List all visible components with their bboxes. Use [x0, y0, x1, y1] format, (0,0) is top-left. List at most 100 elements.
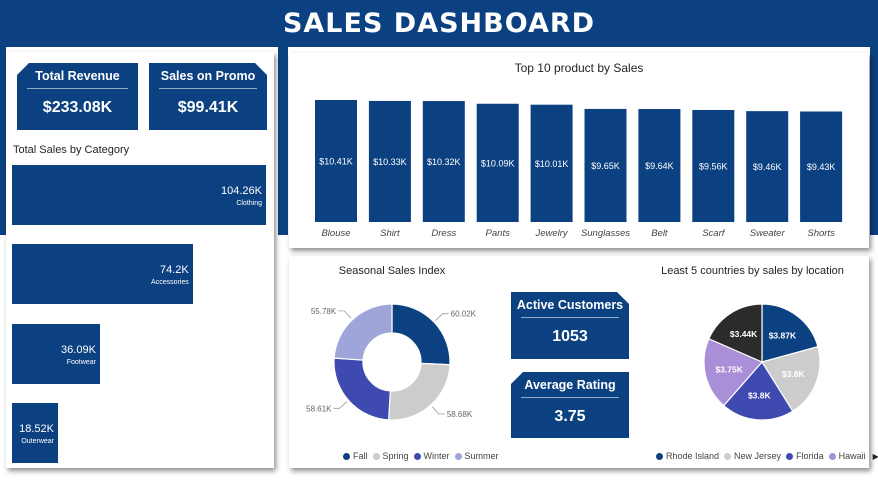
top-products-title: Top 10 product by Sales [514, 61, 644, 75]
category-bar-value: 36.09K [61, 344, 96, 356]
product-axis-label: Belt [651, 228, 668, 239]
legend-item-new-jersey[interactable]: New Jersey [724, 451, 781, 461]
header-extension-mid [278, 47, 288, 235]
country-data-label: $3.8K [782, 369, 806, 379]
top-products-bar-chart: $10.41K Blouse $10.33K Shirt $10.32K Dress $10… [315, 100, 843, 239]
seasonal-slice-fall[interactable] [391, 303, 451, 366]
product-bar-value: $9.46K [753, 162, 782, 172]
product-bar-value: $10.09K [481, 158, 515, 168]
legend-label: Hawaii [838, 451, 866, 461]
category-chart-title: Total Sales by Category [13, 144, 130, 156]
leader-line [333, 401, 348, 409]
product-bar-value: $9.43K [807, 162, 836, 172]
legend-dot-icon [786, 452, 794, 460]
product-bar-value: $10.01K [535, 159, 569, 169]
product-bar-value: $10.32K [427, 157, 461, 167]
countries-pie-chart: $3.87K $3.8K $3.8K $3.75K $3.44K [703, 303, 821, 421]
product-axis-label: Jewelry [534, 228, 568, 239]
product-bar-value: $10.41K [319, 157, 353, 167]
country-data-label: $3.44K [730, 329, 758, 339]
card-divider [521, 317, 619, 318]
legend-dot-icon [724, 452, 732, 460]
legend-label: Rhode Island [666, 451, 720, 461]
seasonal-data-label: 58.68K [447, 410, 473, 419]
seasonal-chart-title: Seasonal Sales Index [338, 265, 446, 277]
product-axis-label: Pants [486, 228, 511, 239]
legend-next-arrow-icon[interactable]: ▶ [873, 452, 878, 461]
legend-item-summer[interactable]: Summer [454, 451, 499, 461]
country-data-label: $3.75K [715, 364, 743, 374]
total-revenue-card[interactable]: Total Revenue $233.08K [17, 63, 138, 130]
page-title: SALES DASHBOARD [282, 8, 596, 39]
legend-dot-icon [656, 452, 663, 460]
product-axis-label: Sunglasses [581, 228, 630, 239]
product-bar-value: $9.56K [699, 161, 728, 171]
category-bar-outerwear[interactable]: 18.52K Outerwear [12, 403, 58, 463]
product-axis-label: Shorts [807, 228, 835, 239]
legend-dot-icon [343, 452, 350, 460]
product-axis-label: Dress [431, 228, 456, 239]
legend-label: Summer [464, 451, 499, 461]
seasonal-data-label: 55.78K [311, 307, 337, 316]
category-bar-accessories[interactable]: 74.2K Accessories [12, 244, 193, 304]
seasonal-data-label: 60.02K [451, 310, 477, 319]
countries-legend: Rhode Island New Jersey Florida Hawaii ▶ [656, 451, 878, 461]
legend-item-spring[interactable]: Spring [372, 451, 409, 461]
category-bar-label: Outerwear [21, 438, 54, 445]
legend-item-florida[interactable]: Florida [786, 451, 824, 461]
legend-item-rhode-island[interactable]: Rhode Island [656, 451, 719, 461]
total-revenue-value: $233.08K [42, 99, 113, 116]
legend-dot-icon [413, 452, 421, 460]
legend-item-hawaii[interactable]: Hawaii [828, 451, 866, 461]
category-bar-clothing[interactable]: 104.26K Clothing [12, 165, 266, 225]
seasonal-slice-winter[interactable] [333, 357, 391, 421]
active-customers-value: 1053 [552, 328, 588, 345]
sales-on-promo-card[interactable]: Sales on Promo $99.41K [149, 63, 267, 130]
countries-chart-title: Least 5 countries by sales by location [661, 265, 844, 277]
product-axis-label: Sweater [750, 228, 786, 239]
seasonal-slice-summer[interactable] [333, 303, 393, 361]
seasonal-data-label: 58.61K [306, 404, 332, 413]
legend-item-winter[interactable]: Winter [413, 451, 450, 461]
category-bar-label: Footwear [66, 359, 96, 366]
category-bar-label: Clothing [236, 200, 262, 207]
card-divider [521, 397, 619, 398]
legend-label: Florida [796, 451, 824, 461]
header-extension-right [870, 47, 878, 235]
category-bar-footwear[interactable]: 36.09K Footwear [12, 324, 100, 384]
country-data-label: $3.8K [748, 391, 772, 401]
sales-on-promo-value: $99.41K [177, 99, 239, 116]
seasonal-donut-chart: 60.02K 58.68K 58.61K 55.78K [306, 303, 477, 421]
leader-line [435, 313, 449, 321]
category-bar-label: Accessories [151, 279, 189, 286]
category-bar-value: 74.2K [160, 264, 189, 276]
leader-line [338, 310, 352, 319]
average-rating-label: Average Rating [524, 378, 616, 392]
card-divider [159, 88, 257, 89]
legend-item-fall[interactable]: Fall [343, 451, 368, 461]
product-bar-value: $10.33K [373, 157, 407, 167]
legend-dot-icon [454, 452, 462, 460]
product-axis-label: Scarf [702, 228, 726, 239]
legend-label: Winter [423, 451, 450, 461]
sales-on-promo-label: Sales on Promo [160, 69, 256, 83]
legend-label: Spring [382, 451, 409, 461]
seasonal-slice-spring[interactable] [387, 362, 451, 421]
average-rating-value: 3.75 [554, 408, 586, 425]
product-bar-value: $9.64K [645, 161, 674, 171]
active-customers-card[interactable]: Active Customers 1053 [511, 292, 629, 359]
total-revenue-label: Total Revenue [35, 69, 120, 83]
product-axis-label: Blouse [321, 228, 350, 239]
seasonal-legend: Fall Spring Winter Summer [343, 451, 504, 461]
active-customers-label: Active Customers [516, 298, 624, 312]
leader-line [431, 406, 445, 415]
product-bar-value: $9.65K [591, 161, 620, 171]
legend-dot-icon [828, 452, 836, 460]
legend-label: Fall [353, 451, 368, 461]
legend-dot-icon [372, 452, 380, 460]
average-rating-card[interactable]: Average Rating 3.75 [511, 372, 629, 438]
category-bar-value: 104.26K [221, 185, 262, 197]
card-divider [27, 88, 128, 89]
country-data-label: $3.87K [769, 330, 797, 340]
category-bar-value: 18.52K [19, 423, 54, 435]
